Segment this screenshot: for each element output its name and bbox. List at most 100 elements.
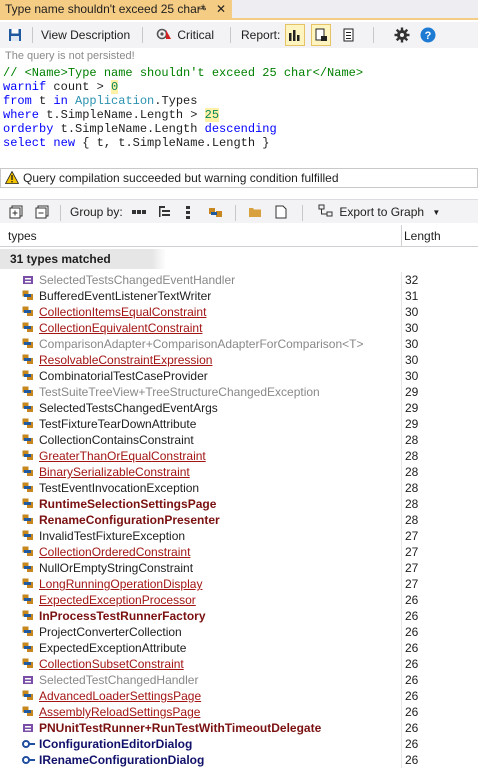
- type-name[interactable]: CollectionEquivalentConstraint: [39, 320, 202, 336]
- table-row[interactable]: ComparisonAdapter+ComparisonAdapterForCo…: [0, 336, 478, 352]
- type-name[interactable]: CollectionContainsConstraint: [39, 432, 194, 448]
- type-name[interactable]: CombinatorialTestCaseProvider: [39, 368, 208, 384]
- class-icon: [22, 434, 36, 446]
- type-name[interactable]: SelectedTestsChangedEventArgs: [39, 400, 218, 416]
- column-divider: [401, 640, 402, 656]
- group-by-type-button[interactable]: [183, 203, 193, 221]
- help-icon: ?: [420, 27, 436, 43]
- table-row[interactable]: CombinatorialTestCaseProvider 30: [0, 368, 478, 384]
- expand-all-button[interactable]: [9, 203, 23, 221]
- type-name[interactable]: ProjectConverterCollection: [39, 624, 182, 640]
- critical-button[interactable]: Critical: [156, 26, 214, 44]
- table-row[interactable]: SelectedTestChangedHandler 26: [0, 672, 478, 688]
- table-row[interactable]: PNUnitTestRunner+RunTestWithTimeoutDeleg…: [0, 720, 478, 736]
- group-by-class-button[interactable]: [208, 203, 224, 221]
- table-row[interactable]: RenameConfigurationPresenter 28: [0, 512, 478, 528]
- toolbar-separator: [230, 27, 231, 43]
- table-row[interactable]: SelectedTestsChangedEventArgs 29: [0, 400, 478, 416]
- table-row[interactable]: TestFixtureTearDownAttribute 29: [0, 416, 478, 432]
- type-name[interactable]: AdvancedLoaderSettingsPage: [39, 688, 201, 704]
- report-chart-button[interactable]: [285, 24, 305, 46]
- table-row[interactable]: CollectionEquivalentConstraint 30: [0, 320, 478, 336]
- table-row[interactable]: ExpectedExceptionAttribute 26: [0, 640, 478, 656]
- type-name[interactable]: TestEventInvocationException: [39, 480, 199, 496]
- group-by-directory-button[interactable]: [248, 203, 262, 221]
- table-row[interactable]: IRenameConfigurationDialog 26: [0, 752, 478, 768]
- type-name[interactable]: ResolvableConstraintExpression: [39, 352, 212, 368]
- column-header-types[interactable]: types: [8, 229, 37, 243]
- table-row[interactable]: ExpectedExceptionProcessor 26: [0, 592, 478, 608]
- table-row[interactable]: AdvancedLoaderSettingsPage 26: [0, 688, 478, 704]
- type-name[interactable]: TestSuiteTreeView+TreeStructureChangedEx…: [39, 384, 320, 400]
- settings-button[interactable]: [392, 24, 412, 46]
- table-row[interactable]: BinarySerializableConstraint 28: [0, 464, 478, 480]
- column-divider[interactable]: [401, 225, 402, 247]
- type-name[interactable]: IConfigurationEditorDialog: [39, 736, 192, 752]
- column-divider: [401, 624, 402, 640]
- group-by-assembly-button[interactable]: [131, 203, 147, 221]
- table-row[interactable]: AssemblyReloadSettingsPage 26: [0, 704, 478, 720]
- table-row[interactable]: CollectionItemsEqualConstraint 30: [0, 304, 478, 320]
- group-by-namespace-button[interactable]: [158, 203, 172, 221]
- type-name[interactable]: SelectedTestChangedHandler: [39, 672, 198, 688]
- delegate-icon: [22, 722, 36, 734]
- type-name[interactable]: SelectedTestsChangedEventHandler: [39, 272, 235, 288]
- export-to-graph-button[interactable]: Export to Graph ▼: [318, 203, 440, 221]
- export-to-graph-label: Export to Graph: [339, 205, 425, 219]
- type-name[interactable]: IRenameConfigurationDialog: [39, 752, 204, 768]
- table-row[interactable]: TestEventInvocationException 28: [0, 480, 478, 496]
- view-description-button[interactable]: View Description: [41, 26, 130, 44]
- query-tab-title: Type name shouldn't exceed 25 char*: [5, 2, 206, 16]
- column-divider: [401, 336, 402, 352]
- collapse-all-button[interactable]: [35, 203, 49, 221]
- table-row[interactable]: RuntimeSelectionSettingsPage 28: [0, 496, 478, 512]
- type-name[interactable]: ExpectedExceptionProcessor: [39, 592, 196, 608]
- type-name[interactable]: AssemblyReloadSettingsPage: [39, 704, 200, 720]
- table-row[interactable]: InvalidTestFixtureException 27: [0, 528, 478, 544]
- query-editor[interactable]: // <Name>Type name shouldn't exceed 25 c…: [0, 66, 478, 158]
- type-name[interactable]: CollectionSubsetConstraint: [39, 656, 184, 672]
- table-row[interactable]: CollectionSubsetConstraint 26: [0, 656, 478, 672]
- query-tab[interactable]: Type name shouldn't exceed 25 char* ⊸ ✕: [0, 0, 232, 20]
- report-list-button[interactable]: [339, 24, 359, 46]
- table-row[interactable]: GreaterThanOrEqualConstraint 28: [0, 448, 478, 464]
- close-icon[interactable]: ✕: [216, 0, 226, 19]
- group-by-file-button[interactable]: [275, 203, 287, 221]
- type-name[interactable]: LongRunningOperationDisplay: [39, 576, 202, 592]
- type-name[interactable]: InvalidTestFixtureException: [39, 528, 185, 544]
- type-name[interactable]: NullOrEmptyStringConstraint: [39, 560, 193, 576]
- column-divider: [401, 464, 402, 480]
- pin-icon[interactable]: ⊸: [198, 0, 206, 19]
- toolbar-separator: [32, 27, 33, 43]
- type-name[interactable]: BinarySerializableConstraint: [39, 464, 190, 480]
- column-list-icon: [186, 206, 190, 219]
- table-row[interactable]: LongRunningOperationDisplay 27: [0, 576, 478, 592]
- results-group-header[interactable]: 31 types matched: [0, 249, 152, 269]
- type-name[interactable]: BufferedEventListenerTextWriter: [39, 288, 211, 304]
- type-name[interactable]: RuntimeSelectionSettingsPage: [39, 496, 216, 512]
- help-button[interactable]: ?: [418, 24, 438, 46]
- table-row[interactable]: ProjectConverterCollection 26: [0, 624, 478, 640]
- type-name[interactable]: GreaterThanOrEqualConstraint: [39, 448, 206, 464]
- column-header-length[interactable]: Length: [404, 229, 441, 243]
- table-row[interactable]: CollectionOrderedConstraint 27: [0, 544, 478, 560]
- table-row[interactable]: BufferedEventListenerTextWriter 31: [0, 288, 478, 304]
- type-name[interactable]: TestFixtureTearDownAttribute: [39, 416, 196, 432]
- table-row[interactable]: SelectedTestsChangedEventHandler 32: [0, 272, 478, 288]
- table-row[interactable]: CollectionContainsConstraint 28: [0, 432, 478, 448]
- type-name[interactable]: CollectionOrderedConstraint: [39, 544, 190, 560]
- table-row[interactable]: ResolvableConstraintExpression 30: [0, 352, 478, 368]
- type-name[interactable]: CollectionItemsEqualConstraint: [39, 304, 206, 320]
- table-row[interactable]: InProcessTestRunnerFactory 26: [0, 608, 478, 624]
- report-export-button[interactable]: [311, 24, 331, 46]
- save-button[interactable]: [8, 26, 22, 44]
- code-query-name: Type name shouldn't exceed 25 char: [67, 66, 313, 80]
- type-name[interactable]: ComparisonAdapter+ComparisonAdapterForCo…: [39, 336, 364, 352]
- table-row[interactable]: NullOrEmptyStringConstraint 27: [0, 560, 478, 576]
- type-name[interactable]: InProcessTestRunnerFactory: [39, 608, 206, 624]
- type-name[interactable]: ExpectedExceptionAttribute: [39, 640, 186, 656]
- table-row[interactable]: TestSuiteTreeView+TreeStructureChangedEx…: [0, 384, 478, 400]
- table-row[interactable]: IConfigurationEditorDialog 26: [0, 736, 478, 752]
- type-name[interactable]: PNUnitTestRunner+RunTestWithTimeoutDeleg…: [39, 720, 321, 736]
- type-name[interactable]: RenameConfigurationPresenter: [39, 512, 220, 528]
